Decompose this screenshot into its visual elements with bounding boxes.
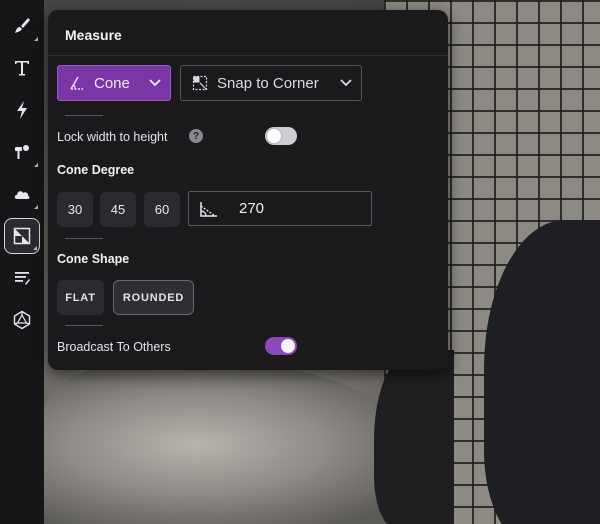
cone-degree-value: 270: [239, 200, 265, 217]
measure-panel: Measure Cone Snap to Corner Lock width t…: [48, 10, 448, 370]
cone-angle-icon: [64, 75, 90, 91]
map-water: [374, 350, 454, 524]
divider: [65, 325, 103, 326]
degree-preset-45[interactable]: 45: [100, 192, 136, 227]
dice-tool-button[interactable]: [4, 302, 40, 338]
cone-shape-rounded-button[interactable]: ROUNDED: [113, 280, 194, 315]
d20-icon: [13, 310, 31, 330]
text-tool-button[interactable]: [4, 50, 40, 86]
degree-preset-30[interactable]: 30: [57, 192, 93, 227]
toggle-knob: [281, 339, 295, 353]
paint-tool-button[interactable]: [4, 134, 40, 170]
brush-tool-button[interactable]: [4, 8, 40, 44]
chevron-down-icon: [335, 79, 357, 87]
submenu-corner: [33, 246, 37, 250]
submenu-corner: [34, 163, 38, 167]
notes-icon: [15, 272, 30, 285]
broadcast-toggle[interactable]: [265, 337, 297, 355]
effects-tool-button[interactable]: [4, 92, 40, 128]
snap-dropdown[interactable]: Snap to Corner: [180, 65, 362, 101]
lightning-icon: [17, 101, 27, 119]
measure-icon: [13, 227, 31, 245]
shape-dropdown-value: Cone: [94, 74, 130, 92]
lock-width-toggle[interactable]: [265, 127, 297, 145]
cone-degree-input[interactable]: 270: [188, 191, 372, 226]
tool-sidebar: [0, 0, 44, 524]
chevron-down-icon: [144, 79, 166, 87]
snap-corner-icon: [187, 75, 213, 91]
cone-shape-label: Cone Shape: [57, 252, 130, 266]
degree-preset-60[interactable]: 60: [144, 192, 180, 227]
submenu-corner: [34, 37, 38, 41]
lock-width-label: Lock width to height: [57, 130, 168, 144]
map-terrain: [44, 360, 424, 524]
snap-dropdown-value: Snap to Corner: [217, 74, 319, 92]
cloud-icon: [14, 191, 30, 199]
weather-tool-button[interactable]: [4, 176, 40, 212]
submenu-corner: [34, 205, 38, 209]
cone-degree-label: Cone Degree: [57, 163, 135, 177]
panel-title: Measure: [65, 27, 122, 43]
text-icon: [15, 61, 29, 76]
notes-tool-button[interactable]: [4, 260, 40, 296]
measure-tool-button[interactable]: [4, 218, 40, 254]
brush-icon: [15, 18, 30, 33]
broadcast-label: Broadcast To Others: [57, 340, 171, 354]
help-icon[interactable]: ?: [189, 129, 203, 143]
paint-icon: [15, 145, 29, 159]
toggle-knob: [267, 129, 281, 143]
divider: [65, 238, 103, 239]
divider: [65, 115, 103, 116]
angle-icon: [189, 200, 229, 218]
shape-dropdown[interactable]: Cone: [57, 65, 171, 101]
divider: [48, 55, 448, 56]
cone-shape-flat-button[interactable]: FLAT: [57, 280, 104, 315]
